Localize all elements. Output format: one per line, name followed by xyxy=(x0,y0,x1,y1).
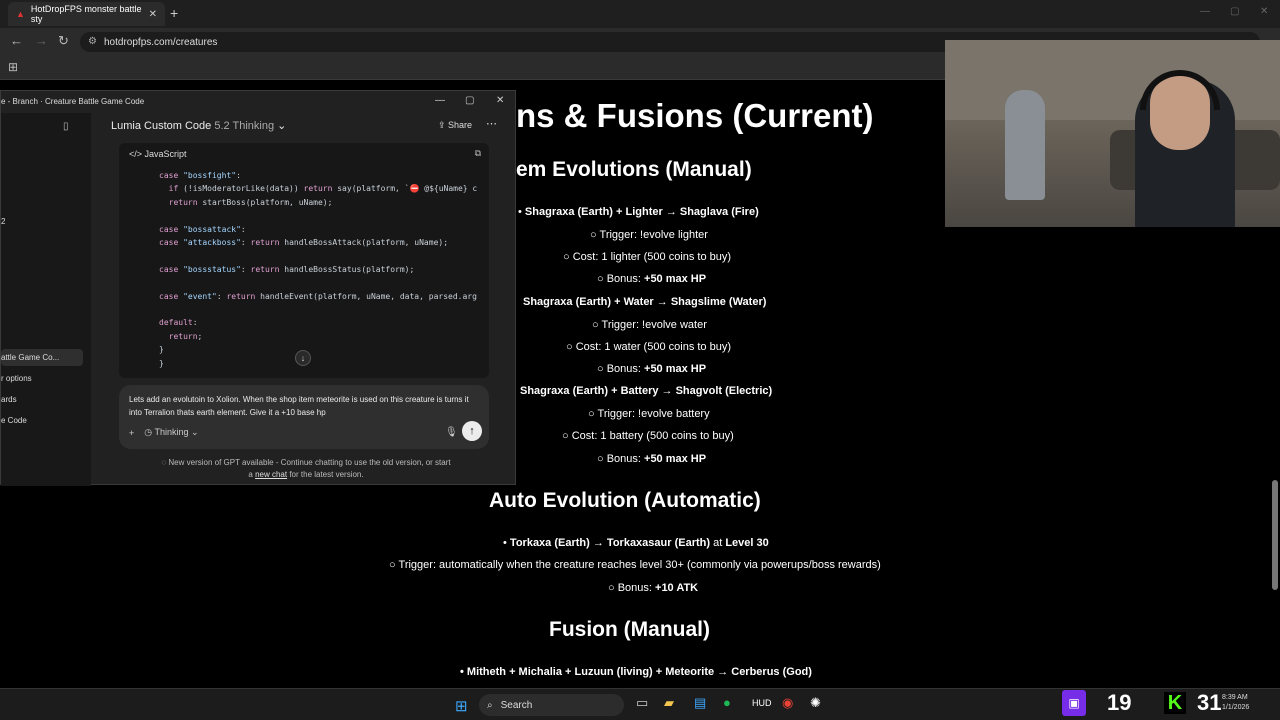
microphone-icon[interactable]: 🎙 xyxy=(445,427,458,438)
site-info-icon[interactable]: ⚙ xyxy=(88,36,97,47)
close-window-icon[interactable]: ✕ xyxy=(1260,6,1268,17)
item-evolution-title: • Shagraxa (Earth) + Lighter → Shaglava … xyxy=(518,206,759,218)
taskbar-search[interactable]: ⌕ Search xyxy=(479,694,624,716)
scroll-down-icon[interactable]: ↓ xyxy=(295,350,311,366)
fusion-heading: Fusion (Manual) xyxy=(549,618,710,641)
sidebar-item-rewards[interactable]: ards xyxy=(1,395,17,404)
minimize-icon[interactable]: — xyxy=(1200,6,1210,17)
chat-close-icon[interactable]: ✕ xyxy=(496,95,504,106)
new-chat-link[interactable]: new chat xyxy=(255,470,287,479)
send-button[interactable]: ↑ xyxy=(462,421,482,441)
tab-title: HotDropFPS monster battle sty xyxy=(30,4,142,24)
code-icon: </> xyxy=(129,149,143,159)
item-evolution-trigger: ○ Trigger: !evolve lighter xyxy=(590,229,708,241)
start-icon[interactable]: ⊞ xyxy=(455,697,468,715)
code-language: JavaScript xyxy=(144,149,187,159)
back-icon[interactable]: ← xyxy=(10,33,23,48)
chat-input[interactable]: Lets add an evolutoin to Xolion. When th… xyxy=(119,385,489,449)
chat-maximize-icon[interactable]: ▢ xyxy=(465,95,474,106)
webcam-person-background xyxy=(1005,90,1045,200)
sidebar-item-code[interactable]: e Code xyxy=(1,416,27,425)
spotify-icon[interactable]: ● xyxy=(723,695,731,710)
item-evolution-cost: ○ Cost: 1 battery (500 coins to buy) xyxy=(562,430,734,442)
sidebar-toggle-icon[interactable]: ▯ xyxy=(63,121,69,132)
chat-window-title: e - Branch · Creature Battle Game Code xyxy=(1,97,145,106)
model-selector[interactable]: Lumia Custom Code 5.2 Thinking ⌄ xyxy=(111,119,286,132)
chat-window: e - Branch · Creature Battle Game Code —… xyxy=(0,90,516,486)
auto-evolution-title: • Torkaxa (Earth) → Torkaxasaur (Earth) … xyxy=(503,537,769,549)
site-favicon-icon: ▲ xyxy=(16,8,25,19)
search-label: Search xyxy=(500,699,533,711)
fusion-item: • Mitheth + Michalia + Luzuun (living) +… xyxy=(460,666,812,678)
chatgpt-icon[interactable]: ✺ xyxy=(810,695,821,711)
tab-bar: ▲ HotDropFPS monster battle sty ✕ + — ▢ … xyxy=(0,0,1280,28)
share-button[interactable]: ⇪ Share xyxy=(438,120,472,131)
task-view-icon[interactable]: ▭ xyxy=(636,695,648,711)
file-explorer-icon[interactable]: ▰ xyxy=(664,695,674,711)
close-tab-icon[interactable]: ✕ xyxy=(149,9,157,20)
page-heading: ns & Fusions (Current) xyxy=(516,97,874,134)
sidebar-number: 2 xyxy=(1,217,6,226)
input-tools: + ◷ Thinking ⌄ xyxy=(129,427,199,438)
twitch-count: 19 xyxy=(1107,690,1132,715)
auto-evolution-trigger: ○ Trigger: automatically when the creatu… xyxy=(389,559,881,571)
auto-evolution-heading: Auto Evolution (Automatic) xyxy=(489,489,761,512)
item-evolution-trigger: ○ Trigger: !evolve water xyxy=(592,319,707,331)
apps-grid-icon[interactable]: ⊞ xyxy=(8,60,18,74)
item-evolution-title: Shagraxa (Earth) + Water → Shagslime (Wa… xyxy=(523,296,767,308)
taskbar-clock[interactable]: 8:39 AM 1/1/2026 xyxy=(1222,693,1249,713)
browser-tab[interactable]: ▲ HotDropFPS monster battle sty ✕ xyxy=(8,2,165,26)
item-evolution-cost: ○ Cost: 1 water (500 coins to buy) xyxy=(566,341,731,353)
copy-icon[interactable]: ⧉ xyxy=(475,148,481,159)
sidebar-item-options[interactable]: r options xyxy=(1,374,32,383)
url-text: hotdropfps.com/creatures xyxy=(104,36,218,48)
taskbar: ⊞ ⌕ Search ▭ ▰ ▤ ● HUD ◉ ✺ 8:39 AM 1/1/20… xyxy=(0,688,1280,720)
code-block: </> JavaScript ⧉ case "bossfight": if (!… xyxy=(119,143,489,378)
notice-icon: ◌ xyxy=(161,458,167,467)
sidebar-item-conversation[interactable]: attle Game Co... xyxy=(1,349,83,366)
thinking-toggle[interactable]: ◷ Thinking ⌄ xyxy=(144,427,198,438)
search-icon: ⌕ xyxy=(487,699,493,711)
webcam-overlay xyxy=(945,40,1280,227)
kick-icon: K xyxy=(1164,692,1186,714)
chat-sidebar: ▯ 2 attle Game Co... r options ards e Co… xyxy=(1,113,91,486)
chrome-icon[interactable]: ◉ xyxy=(782,695,793,711)
page-scrollbar[interactable] xyxy=(1272,480,1278,590)
item-evolution-title: Shagraxa (Earth) + Battery → Shagvolt (E… xyxy=(520,385,773,397)
twitch-icon: ▣ xyxy=(1062,690,1086,716)
reload-icon[interactable]: ↻ xyxy=(58,33,69,49)
chat-input-text[interactable]: Lets add an evolutoin to Xolion. When th… xyxy=(129,393,469,419)
more-options-icon[interactable]: ⋯ xyxy=(486,117,497,130)
maximize-icon[interactable]: ▢ xyxy=(1230,6,1239,17)
item-evolution-bonus: ○ Bonus: +50 max HP xyxy=(597,453,707,465)
item-evolution-cost: ○ Cost: 1 lighter (500 coins to buy) xyxy=(563,251,732,263)
kick-count: 31 xyxy=(1197,690,1222,715)
notepad-icon[interactable]: ▤ xyxy=(694,695,706,711)
code-content: case "bossfight": if (!isModeratorLike(d… xyxy=(159,171,478,368)
hud-icon[interactable]: HUD xyxy=(752,698,772,708)
new-tab-icon[interactable]: + xyxy=(170,5,178,21)
item-evolution-trigger: ○ Trigger: !evolve battery xyxy=(588,408,710,420)
auto-evolution-bonus: ○ Bonus: +10 ATK xyxy=(608,582,699,594)
item-evolutions-heading: em Evolutions (Manual) xyxy=(516,158,752,181)
add-attachment-icon[interactable]: + xyxy=(129,428,134,438)
forward-icon[interactable]: → xyxy=(35,33,48,48)
update-notice: ◌ New version of GPT available - Continu… xyxy=(161,458,451,479)
item-evolution-bonus: ○ Bonus: +50 max HP xyxy=(597,363,707,375)
item-evolution-bonus: ○ Bonus: +50 max HP xyxy=(597,273,707,285)
chat-minimize-icon[interactable]: — xyxy=(435,95,445,106)
code-block-header: </> JavaScript xyxy=(119,143,489,163)
